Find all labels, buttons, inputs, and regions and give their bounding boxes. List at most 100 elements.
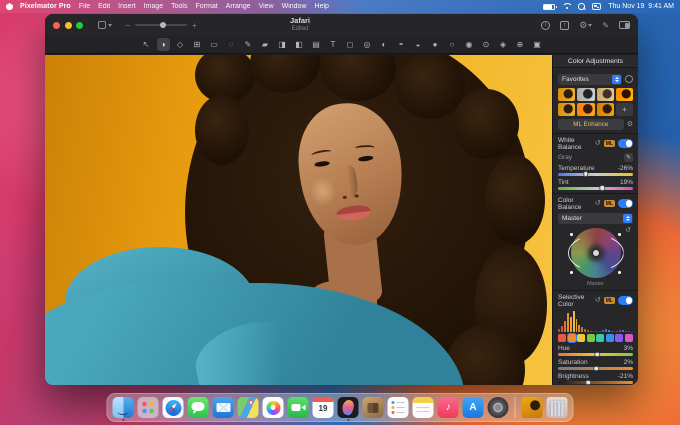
- dock-mail-icon[interactable]: [213, 397, 234, 418]
- menu-app-name[interactable]: Pixelmator Pro: [20, 3, 71, 10]
- canvas-zoom-menu[interactable]: [98, 21, 112, 29]
- zoom-slider-knob[interactable]: [160, 22, 166, 28]
- dock-music-icon[interactable]: ♪: [438, 397, 459, 418]
- sidebar-toggle-icon[interactable]: [619, 21, 630, 29]
- menu-item[interactable]: Insert: [118, 3, 136, 10]
- dock-messages[interactable]: [188, 397, 209, 418]
- swatch-aqua[interactable]: [596, 334, 604, 342]
- zoom-in-icon[interactable]: +: [192, 21, 197, 30]
- clone-tool-icon[interactable]: ◎: [361, 38, 374, 51]
- favorites-dropdown[interactable]: Favorites: [558, 74, 622, 85]
- reset-icon[interactable]: [595, 297, 601, 304]
- hand-tool-icon[interactable]: ◈: [497, 38, 510, 51]
- preset-original[interactable]: [558, 88, 575, 101]
- presets-browser-button[interactable]: [625, 75, 633, 83]
- menu-item[interactable]: Format: [195, 3, 217, 10]
- menu-clock[interactable]: Thu Nov 19 9:41 AM: [608, 3, 674, 10]
- tint-knob[interactable]: [600, 185, 606, 191]
- gear-icon[interactable]: ⚙: [627, 120, 633, 128]
- dock-photos-icon[interactable]: [263, 397, 284, 418]
- fullscreen-button[interactable]: [76, 22, 83, 29]
- menu-item[interactable]: Window: [282, 3, 307, 10]
- heal-tool-icon[interactable]: ●: [429, 38, 442, 51]
- reset-icon[interactable]: [595, 200, 601, 207]
- menu-item[interactable]: Image: [144, 3, 163, 10]
- preset-vivid[interactable]: [616, 88, 633, 101]
- ml-badge[interactable]: ML: [604, 140, 615, 147]
- swatch-magenta[interactable]: [625, 334, 633, 342]
- preset-black-white[interactable]: [577, 88, 594, 101]
- dock-music[interactable]: ♪: [438, 397, 459, 418]
- menu-item[interactable]: Arrange: [226, 3, 251, 10]
- preset-add-button[interactable]: +: [616, 103, 633, 116]
- wifi-icon[interactable]: [562, 3, 571, 10]
- dock-pixelmator-pro[interactable]: [338, 397, 359, 418]
- dock-app-store-icon[interactable]: A: [463, 397, 484, 418]
- reset-icon[interactable]: [595, 140, 601, 147]
- preset-warm-3[interactable]: [597, 103, 614, 116]
- battery-icon[interactable]: [543, 4, 555, 10]
- arc-dot[interactable]: [618, 233, 621, 236]
- color-adjustments-tool-icon[interactable]: ◑: [157, 38, 170, 51]
- dock-pixelmator-pro-icon[interactable]: [338, 397, 359, 418]
- dock-maps[interactable]: [238, 397, 259, 418]
- dock-finder-icon[interactable]: [113, 397, 134, 418]
- markup-icon[interactable]: ✎: [602, 21, 609, 30]
- menu-item[interactable]: Help: [315, 3, 329, 10]
- color-balance-toggle[interactable]: [618, 199, 633, 208]
- temperature-knob[interactable]: [583, 171, 589, 177]
- dock-system-settings[interactable]: [488, 397, 509, 418]
- fill-tool-icon[interactable]: ◧: [293, 38, 306, 51]
- settings-menu-icon[interactable]: ⚙: [579, 20, 592, 31]
- dock-books-icon[interactable]: [363, 397, 384, 418]
- dock-maps-icon[interactable]: [238, 397, 259, 418]
- wheel-reset-icon[interactable]: [625, 227, 631, 234]
- white-balance-toggle[interactable]: [618, 139, 633, 148]
- paint-tool-icon[interactable]: ▰: [259, 38, 272, 51]
- dock-safari[interactable]: [163, 397, 184, 418]
- dock-trash[interactable]: [547, 397, 568, 418]
- saturation-slider[interactable]: [558, 367, 633, 370]
- selective-color-toggle[interactable]: [618, 296, 633, 305]
- info-icon[interactable]: i: [541, 21, 550, 30]
- type-tool-icon[interactable]: T: [327, 38, 340, 51]
- minimize-button[interactable]: [65, 22, 72, 29]
- zoom-tool-icon[interactable]: ⊕: [514, 38, 527, 51]
- zoom-slider-track[interactable]: [135, 24, 187, 26]
- dock-notes[interactable]: [413, 397, 434, 418]
- rect-select-tool-icon[interactable]: ▭: [208, 38, 221, 51]
- hue-knob[interactable]: [594, 352, 600, 358]
- ml-badge[interactable]: ML: [604, 297, 615, 304]
- dock-system-settings-icon[interactable]: [488, 397, 509, 418]
- arc-dot[interactable]: [570, 271, 573, 274]
- hue-slider[interactable]: [558, 353, 633, 356]
- crop-tool-icon[interactable]: ⊞: [191, 38, 204, 51]
- export-icon[interactable]: ↑: [560, 21, 569, 30]
- dock-photos[interactable]: [263, 397, 284, 418]
- erase-tool-icon[interactable]: ◨: [276, 38, 289, 51]
- sharpen-tool-icon[interactable]: ◓: [395, 38, 408, 51]
- dock-messages-icon[interactable]: [188, 397, 209, 418]
- effects-tool-icon[interactable]: ◇: [174, 38, 187, 51]
- tint-slider[interactable]: [558, 187, 633, 190]
- swatch-purple[interactable]: [615, 334, 623, 342]
- pin-tool-icon[interactable]: ⊙: [480, 38, 493, 51]
- swatch-green[interactable]: [587, 334, 595, 342]
- dock-launchpad-icon[interactable]: [138, 397, 159, 418]
- frame-tool-icon[interactable]: ▣: [531, 38, 544, 51]
- canvas[interactable]: [45, 55, 552, 385]
- arc-dot[interactable]: [570, 233, 573, 236]
- shape-tool-icon[interactable]: ◻: [344, 38, 357, 51]
- blur-tool-icon[interactable]: ◒: [412, 38, 425, 51]
- apple-icon[interactable]: [6, 3, 13, 10]
- burn-tool-icon[interactable]: ◉: [463, 38, 476, 51]
- menu-item[interactable]: Edit: [98, 3, 110, 10]
- dock-app-store[interactable]: A: [463, 397, 484, 418]
- dock-mail[interactable]: [213, 397, 234, 418]
- brightness-knob[interactable]: [585, 380, 591, 386]
- ml-badge[interactable]: ML: [604, 200, 615, 207]
- zoom-out-icon[interactable]: −: [126, 21, 131, 30]
- swatch-orange[interactable]: [568, 334, 576, 342]
- dock-facetime-icon[interactable]: [288, 397, 309, 418]
- dock-facetime[interactable]: [288, 397, 309, 418]
